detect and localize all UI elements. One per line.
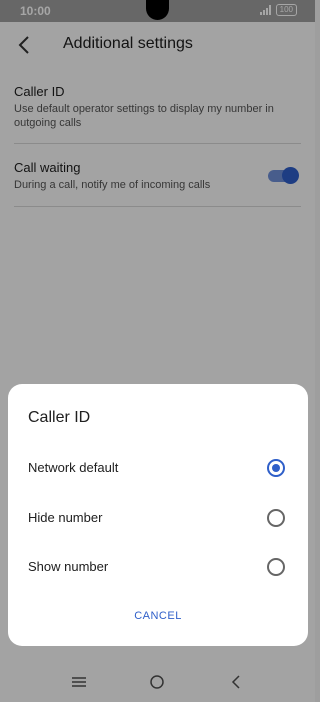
option-label: Network default [28, 460, 119, 475]
option-show-number[interactable]: Show number [8, 547, 308, 587]
navigation-bar [0, 662, 315, 702]
radio-unselected-icon[interactable] [267, 509, 285, 527]
radio-selected-icon[interactable] [267, 459, 285, 477]
dialog-title: Caller ID [28, 409, 91, 426]
home-icon[interactable] [147, 672, 167, 692]
cancel-button[interactable]: CANCEL [128, 610, 188, 622]
option-label: Hide number [28, 510, 103, 525]
option-hide-number[interactable]: Hide number [8, 498, 308, 538]
menu-icon[interactable] [69, 672, 89, 692]
option-label: Show number [28, 559, 109, 574]
caller-id-dialog: Caller ID Network default Hide number Sh… [8, 384, 308, 646]
back-nav-icon[interactable] [226, 672, 246, 692]
radio-unselected-icon[interactable] [267, 558, 285, 576]
option-network-default[interactable]: Network default [8, 448, 308, 488]
